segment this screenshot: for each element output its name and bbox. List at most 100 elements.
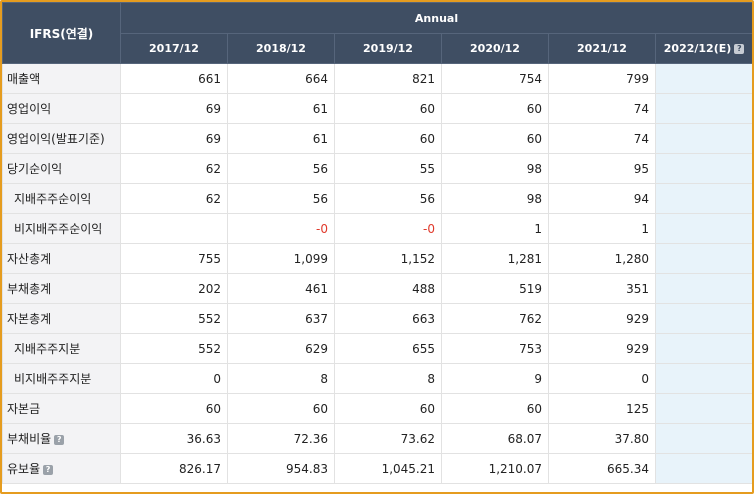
value-cell: 60 <box>441 123 549 154</box>
value-cell: 755 <box>120 243 228 274</box>
value-cell: 60 <box>441 93 549 124</box>
value-cell: 55 <box>334 153 442 184</box>
annual-group-header: Annual <box>119 2 752 34</box>
table-row: 자본금 60 60 60 60 125 <box>2 393 752 424</box>
value-cell <box>654 93 752 124</box>
row-label: 매출액 <box>2 63 121 94</box>
table-row: 비지배주주순이익 -0 -0 1 1 <box>2 213 752 244</box>
value-cell: 60 <box>334 393 442 424</box>
row-label: 자본금 <box>2 393 121 424</box>
year-label: 2019/12 <box>363 42 413 55</box>
value-cell: 655 <box>334 333 442 364</box>
value-cell: 519 <box>441 273 549 304</box>
value-cell: 69 <box>120 93 228 124</box>
value-cell: 661 <box>120 63 228 94</box>
row-label-text: 영업이익 <box>7 102 52 116</box>
table-row: 부채총계 202 461 488 519 351 <box>2 273 752 304</box>
value-cell: 98 <box>441 183 549 214</box>
row-label-text: 지배주주지분 <box>14 342 81 356</box>
table-row: 부채비율? 36.63 72.36 73.62 68.07 37.80 <box>2 423 752 454</box>
value-cell: 799 <box>548 63 656 94</box>
value-cell: -0 <box>227 213 335 244</box>
value-cell: 663 <box>334 303 442 334</box>
value-cell <box>654 303 752 334</box>
row-label-text: 자산총계 <box>7 252 52 266</box>
value-cell: 461 <box>227 273 335 304</box>
value-cell: 73.62 <box>334 423 442 454</box>
question-icon[interactable]: ? <box>734 44 745 54</box>
value-cell: 68.07 <box>441 423 549 454</box>
table-header: IFRS(연결) Annual 2017/12 2018/12 2019/12 202… <box>2 2 752 64</box>
value-cell <box>654 153 752 184</box>
row-label: 비지배주주순이익 <box>2 213 121 244</box>
value-cell <box>654 183 752 214</box>
value-cell: 202 <box>120 273 228 304</box>
value-cell: 94 <box>548 183 656 214</box>
row-label-text: 자본총계 <box>7 312 52 326</box>
value-cell: 60 <box>441 393 549 424</box>
financial-table: IFRS(연결) Annual 2017/12 2018/12 2019/12 202… <box>2 2 752 484</box>
row-label: 지배주주지분 <box>2 333 121 364</box>
value-cell: 753 <box>441 333 549 364</box>
table-row: 지배주주순이익 62 56 56 98 94 <box>2 183 752 214</box>
value-cell: 929 <box>548 303 656 334</box>
value-cell <box>654 423 752 454</box>
value-cell: 1,099 <box>227 243 335 274</box>
row-label-text: 유보율 <box>7 462 41 476</box>
value-cell: 62 <box>120 183 228 214</box>
value-cell <box>654 453 752 484</box>
value-cell: 552 <box>120 333 228 364</box>
year-header: 2019/12 <box>334 33 442 64</box>
value-cell: 351 <box>548 273 656 304</box>
value-cell: 60 <box>334 123 442 154</box>
year-label: 2017/12 <box>149 42 199 55</box>
value-cell: 62 <box>120 153 228 184</box>
table-row: 영업이익(발표기준) 69 61 60 60 74 <box>2 123 752 154</box>
value-cell: 1,152 <box>334 243 442 274</box>
value-cell: 61 <box>227 93 335 124</box>
row-label: 영업이익 <box>2 93 121 124</box>
year-header: 2017/12 <box>120 33 228 64</box>
financial-summary-panel: IFRS(연결) Annual 2017/12 2018/12 2019/12 202… <box>0 0 754 494</box>
row-label-text: 매출액 <box>7 72 41 86</box>
value-cell: 8 <box>334 363 442 394</box>
value-cell: 95 <box>548 153 656 184</box>
value-cell <box>654 393 752 424</box>
table-row: 자산총계 755 1,099 1,152 1,281 1,280 <box>2 243 752 274</box>
accounting-standard-header: IFRS(연결) <box>2 2 121 64</box>
value-cell: 664 <box>227 63 335 94</box>
row-label: 당기순이익 <box>2 153 121 184</box>
table-row: 당기순이익 62 56 55 98 95 <box>2 153 752 184</box>
value-cell: 72.36 <box>227 423 335 454</box>
value-cell: 929 <box>548 333 656 364</box>
value-cell: 762 <box>441 303 549 334</box>
year-label: 2022/12(E) <box>663 42 732 55</box>
value-cell: 0 <box>120 363 228 394</box>
value-cell: 56 <box>227 183 335 214</box>
value-cell: 665.34 <box>548 453 656 484</box>
value-cell: 488 <box>334 273 442 304</box>
year-label: 2020/12 <box>470 42 520 55</box>
value-cell: 637 <box>227 303 335 334</box>
value-cell <box>654 63 752 94</box>
table-row: 자본총계 552 637 663 762 929 <box>2 303 752 334</box>
year-label: 2018/12 <box>256 42 306 55</box>
year-header: 2018/12 <box>227 33 335 64</box>
row-label-text: 지배주주순이익 <box>14 192 92 206</box>
question-icon[interactable]: ? <box>43 464 54 475</box>
value-cell: 0 <box>548 363 656 394</box>
value-cell: 60 <box>227 393 335 424</box>
row-label: 부채비율? <box>2 423 121 454</box>
row-label-text: 비지배주주순이익 <box>14 222 103 236</box>
value-cell: 37.80 <box>548 423 656 454</box>
value-cell: 74 <box>548 123 656 154</box>
row-label: 비지배주주지분 <box>2 363 121 394</box>
row-label: 영업이익(발표기준) <box>2 123 121 154</box>
value-cell: 1,210.07 <box>441 453 549 484</box>
value-cell: 826.17 <box>120 453 228 484</box>
value-cell <box>654 273 752 304</box>
value-cell: 56 <box>334 183 442 214</box>
row-label-text: 당기순이익 <box>7 162 63 176</box>
value-cell: 9 <box>441 363 549 394</box>
question-icon[interactable]: ? <box>54 434 65 445</box>
